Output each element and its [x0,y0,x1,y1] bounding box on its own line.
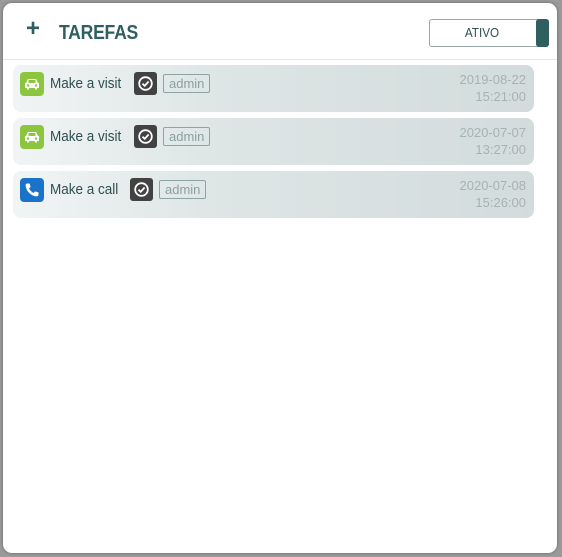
add-task-button[interactable]: + [24,17,42,41]
toggle-knob[interactable] [536,19,549,47]
task-datetime: 2019-08-22 15:21:00 [460,71,527,105]
task-item[interactable]: Make a visit admin 2019-08-22 15:21:00 [13,65,534,112]
task-datetime: 2020-07-08 15:26:00 [460,177,527,211]
page-title: TAREFAS [59,22,138,44]
task-date: 2020-07-07 [459,125,527,140]
car-icon [20,125,44,149]
active-toggle-label: ATIVO [464,25,500,40]
phone-icon [20,178,44,202]
task-title: Make a visit [50,128,122,145]
tasks-header: + TAREFAS ATIVO [3,3,557,60]
task-date: 2019-08-22 [459,72,527,87]
task-time: 13:27:00 [475,142,526,157]
check-circle-icon [134,125,157,148]
task-title: Make a call [50,181,119,198]
tasks-panel: + TAREFAS ATIVO Make a visit admin 2019-… [3,3,557,553]
task-item[interactable]: Make a call admin 2020-07-08 15:26:00 [13,171,534,218]
task-time: 15:26:00 [475,195,526,210]
active-toggle[interactable]: ATIVO [429,19,549,47]
check-circle-icon [134,72,157,95]
check-circle-icon [130,178,153,201]
task-title: Make a visit [50,75,122,92]
task-item[interactable]: Make a visit admin 2020-07-07 13:27:00 [13,118,534,165]
task-list: Make a visit admin 2019-08-22 15:21:00 M… [13,65,534,224]
task-datetime: 2020-07-07 13:27:00 [460,124,527,158]
car-icon [20,72,44,96]
task-date: 2020-07-08 [459,178,527,193]
user-badge: admin [163,127,211,146]
task-time: 15:21:00 [475,89,526,104]
user-badge: admin [159,180,207,199]
user-badge: admin [163,74,211,93]
